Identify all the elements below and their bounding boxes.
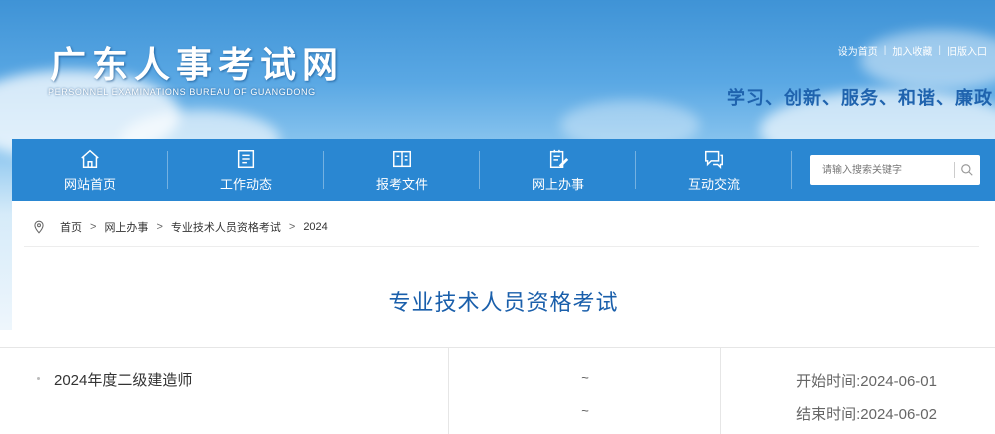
chat-icon bbox=[705, 150, 723, 169]
bullet-icon bbox=[37, 377, 40, 380]
start-time: 开始时间:2024-06-01 bbox=[796, 373, 937, 390]
nav-item-files[interactable]: 报考文件 bbox=[324, 139, 480, 201]
breadcrumb-home[interactable]: 首页 bbox=[60, 219, 82, 235]
nav-item-online[interactable]: 网上办事 bbox=[480, 139, 636, 201]
main-nav: 网站首页 工作动态 报考文件 网上办事 互动交流 bbox=[12, 139, 995, 201]
breadcrumb-online[interactable]: 网上办事 bbox=[104, 219, 148, 235]
search-box bbox=[810, 155, 980, 185]
nav-item-interaction[interactable]: 互动交流 bbox=[636, 139, 792, 201]
news-icon bbox=[237, 149, 255, 168]
site-logo-english: PERSONNEL EXAMINATIONS BUREAU OF GUANGDO… bbox=[48, 87, 316, 97]
top-links: 设为首页 | 加入收藏 | 旧版入口 bbox=[838, 43, 987, 58]
search-input[interactable] bbox=[810, 155, 954, 185]
breadcrumb-current: 2024 bbox=[303, 221, 328, 233]
breadcrumb-separator: > bbox=[90, 221, 97, 233]
divider bbox=[24, 246, 979, 247]
slogan: 学习、创新、服务、和谐、廉政 bbox=[727, 88, 993, 108]
table-row: 2024年度二级建造师 ~ ~ 开始时间:2024-06-01 结束时间:202… bbox=[0, 347, 995, 434]
location-pin-icon bbox=[34, 220, 44, 234]
nav-item-home[interactable]: 网站首页 bbox=[12, 139, 168, 201]
nav-label: 工作动态 bbox=[219, 176, 272, 192]
add-favorite-link[interactable]: 加入收藏 bbox=[892, 43, 932, 58]
exam-name-link[interactable]: 2024年度二级建造师 bbox=[54, 369, 192, 390]
old-version-link[interactable]: 旧版入口 bbox=[947, 43, 987, 58]
search-icon bbox=[961, 164, 974, 176]
home-icon bbox=[81, 149, 99, 168]
nav-label: 网站首页 bbox=[63, 176, 116, 192]
exam-name-cell: 2024年度二级建造师 bbox=[0, 348, 449, 434]
set-homepage-link[interactable]: 设为首页 bbox=[838, 43, 878, 58]
search-button[interactable] bbox=[955, 155, 980, 185]
nav-label: 网上办事 bbox=[531, 176, 584, 192]
exam-range-cell: ~ ~ bbox=[449, 348, 721, 434]
breadcrumb: 首页 > 网上办事 > 专业技术人员资格考试 > 2024 bbox=[32, 219, 328, 235]
nav-label: 报考文件 bbox=[375, 176, 428, 192]
separator: | bbox=[938, 45, 941, 56]
cloud-decoration bbox=[860, 30, 995, 90]
nav-item-news[interactable]: 工作动态 bbox=[168, 139, 324, 201]
breadcrumb-category[interactable]: 专业技术人员资格考试 bbox=[171, 219, 281, 235]
edit-doc-icon bbox=[549, 149, 569, 168]
site-logo[interactable]: 广东人事考试网 bbox=[50, 36, 344, 88]
exam-time-cell: 开始时间:2024-06-01 结束时间:2024-06-02 bbox=[721, 348, 995, 434]
breadcrumb-separator: > bbox=[288, 221, 296, 233]
end-time: 结束时间:2024-06-02 bbox=[796, 406, 937, 423]
separator: | bbox=[883, 45, 887, 56]
book-icon bbox=[393, 150, 411, 167]
range-text: ~ bbox=[581, 403, 589, 418]
range-text: ~ bbox=[581, 370, 589, 385]
nav-label: 互动交流 bbox=[687, 176, 740, 192]
page-title: 专业技术人员资格考试 bbox=[388, 290, 619, 315]
breadcrumb-separator: > bbox=[156, 221, 163, 233]
